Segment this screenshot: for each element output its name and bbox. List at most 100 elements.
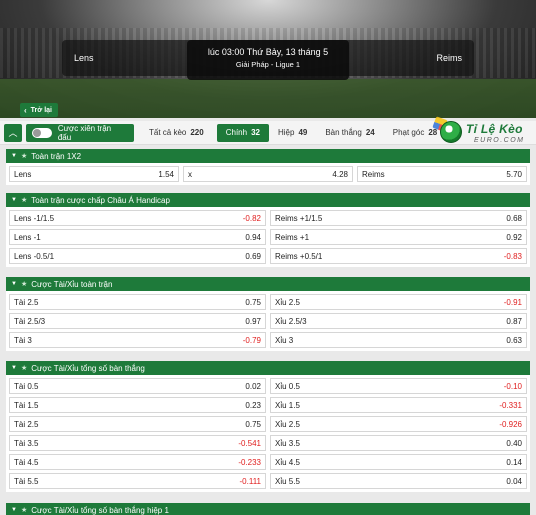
odds-row: Tài 2.5 0.75 Xỉu 2.5 -0.926 [9, 416, 527, 432]
match-hero: Lens lúc 03:00 Thứ Bảy, 13 tháng 5 Giải … [0, 0, 536, 118]
selection-label: Xỉu 3.5 [275, 438, 300, 448]
odds-cell[interactable]: Xỉu 3 0.63 [270, 332, 527, 348]
section-title: Toàn trận 1X2 [31, 151, 82, 161]
parlay-toggle[interactable]: Cược xiên trận đấu [26, 123, 134, 142]
section-title: Cược Tài/Xỉu tổng số bàn thắng [31, 363, 145, 373]
selection-label: Xỉu 2.5 [275, 419, 300, 429]
selection-label: Lens -1 [14, 232, 41, 242]
section-header[interactable]: ▼ ★ Cược Tài/Xỉu toàn trận [6, 277, 530, 291]
odds-cell[interactable]: Tài 0.5 0.02 [9, 378, 266, 394]
odds-cell[interactable]: Xỉu 1.5 -0.331 [270, 397, 527, 413]
odds-row: Tài 5.5 -0.111 Xỉu 5.5 0.04 [9, 473, 527, 489]
selection-label: Reims [362, 169, 385, 179]
selection-label: Tài 0.5 [14, 381, 39, 391]
odds-value: 0.04 [506, 476, 522, 486]
star-icon[interactable]: ★ [21, 506, 27, 514]
star-icon[interactable]: ★ [21, 152, 27, 160]
odds-cell[interactable]: Lens -0.5/1 0.69 [9, 248, 266, 264]
section-header[interactable]: ▼ ★ Cược Tài/Xỉu tổng số bàn thắng [6, 361, 530, 375]
odds-cell[interactable]: Reims 5.70 [357, 166, 527, 182]
selection-label: Tài 2.5/3 [14, 316, 46, 326]
odds-value: 0.23 [245, 400, 261, 410]
market-section: ▼ ★ Cược Tài/Xỉu tổng số bàn thắng hiệp 1 [6, 503, 530, 515]
selection-label: Reims +1 [275, 232, 310, 242]
odds-cell[interactable]: x 4.28 [183, 166, 353, 182]
odds-value: -0.91 [503, 297, 522, 307]
odds-cell[interactable]: Xỉu 2.5/3 0.87 [270, 313, 527, 329]
tab-all[interactable]: Tất cả kèo 220 [140, 124, 213, 142]
odds-cell[interactable]: Xỉu 5.5 0.04 [270, 473, 527, 489]
odds-cell[interactable]: Tài 5.5 -0.111 [9, 473, 266, 489]
odds-cell[interactable]: Xỉu 0.5 -0.10 [270, 378, 527, 394]
odds-cell[interactable]: Reims +1/1.5 0.68 [270, 210, 527, 226]
market-section: ▼ ★ Toàn trận 1X2 Lens 1.54 x 4.28 Reims 5.70 [6, 149, 530, 185]
section-header[interactable]: ▼ ★ Toàn trận cược chấp Châu Á Handicap [6, 193, 530, 207]
selection-label: Xỉu 2.5 [275, 297, 300, 307]
tab-count: 49 [298, 128, 308, 137]
odds-cell[interactable]: Xỉu 2.5 -0.91 [270, 294, 527, 310]
odds-cell[interactable]: Xỉu 3.5 0.40 [270, 435, 527, 451]
section-header[interactable]: ▼ ★ Cược Tài/Xỉu tổng số bàn thắng hiệp 1 [6, 503, 530, 515]
soccer-ball-icon [440, 121, 462, 143]
caret-down-icon: ▼ [11, 281, 17, 287]
odds-value: 4.28 [332, 169, 348, 179]
tab-half[interactable]: Hiệp 49 [269, 124, 316, 142]
odds-value: 0.02 [245, 381, 261, 391]
selection-label: Xỉu 4.5 [275, 457, 300, 467]
selection-label: Tài 2.5 [14, 419, 39, 429]
star-icon[interactable]: ★ [21, 280, 27, 288]
caret-down-icon: ▼ [11, 197, 17, 203]
selection-label: Tài 3.5 [14, 438, 39, 448]
star-icon[interactable]: ★ [21, 364, 27, 372]
caret-down-icon: ▼ [11, 365, 17, 371]
section-title: Toàn trận cược chấp Châu Á Handicap [31, 195, 170, 205]
odds-cell[interactable]: Tài 4.5 -0.233 [9, 454, 266, 470]
odds-value: -0.82 [242, 213, 261, 223]
odds-value: 0.94 [245, 232, 261, 242]
odds-cell[interactable]: Lens 1.54 [9, 166, 179, 182]
odds-row: Lens 1.54 x 4.28 Reims 5.70 [9, 166, 527, 182]
tab-count: 220 [190, 128, 204, 137]
odds-cell[interactable]: Xỉu 4.5 0.14 [270, 454, 527, 470]
match-time: lúc 03:00 Thứ Bảy, 13 tháng 5 [207, 47, 329, 57]
selection-label: Xỉu 3 [275, 335, 294, 345]
odds-value: 0.69 [245, 251, 261, 261]
odds-cell[interactable]: Reims +0.5/1 -0.83 [270, 248, 527, 264]
back-label: Trở lại [30, 106, 52, 114]
odds-cell[interactable]: Xỉu 2.5 -0.926 [270, 416, 527, 432]
odds-cell[interactable]: Lens -1 0.94 [9, 229, 266, 245]
odds-cell[interactable]: Tài 2.5 0.75 [9, 294, 266, 310]
tab-goals[interactable]: Bàn thắng 24 [316, 124, 383, 142]
back-button[interactable]: ‹ Trở lại [20, 103, 58, 117]
odds-cell[interactable]: Tài 3 -0.79 [9, 332, 266, 348]
odds-row: Tài 4.5 -0.233 Xỉu 4.5 0.14 [9, 454, 527, 470]
odds-cell[interactable]: Tài 1.5 0.23 [9, 397, 266, 413]
collapse-all-button[interactable]: ︿ [4, 123, 22, 142]
star-icon[interactable]: ★ [21, 196, 27, 204]
odds-cell[interactable]: Tài 3.5 -0.541 [9, 435, 266, 451]
odds-value: 1.54 [158, 169, 174, 179]
odds-cell[interactable]: Lens -1/1.5 -0.82 [9, 210, 266, 226]
selection-label: x [188, 169, 192, 179]
odds-cell[interactable]: Tài 2.5/3 0.97 [9, 313, 266, 329]
tab-label: Phạt góc [392, 128, 425, 137]
toggle-switch-icon[interactable] [32, 127, 52, 138]
tab-label: Hiệp [277, 128, 295, 137]
selection-label: Lens [14, 169, 32, 179]
odds-row: Tài 2.5 0.75 Xỉu 2.5 -0.91 [9, 294, 527, 310]
logo-text: Tỉ Lệ Kèo [466, 122, 523, 136]
selection-label: Lens -0.5/1 [14, 251, 55, 261]
tab-count: 24 [365, 128, 375, 137]
odds-row: Lens -1 0.94 Reims +1 0.92 [9, 229, 527, 245]
selection-label: Xỉu 0.5 [275, 381, 300, 391]
section-header[interactable]: ▼ ★ Toàn trận 1X2 [6, 149, 530, 163]
chevron-left-icon: ‹ [24, 105, 27, 115]
odds-cell[interactable]: Tài 2.5 0.75 [9, 416, 266, 432]
odds-row: Lens -1/1.5 -0.82 Reims +1/1.5 0.68 [9, 210, 527, 226]
odds-value: -0.83 [503, 251, 522, 261]
tab-main[interactable]: Chính 32 [216, 123, 269, 142]
tab-label: Tất cả kèo [149, 128, 187, 137]
odds-cell[interactable]: Reims +1 0.92 [270, 229, 527, 245]
section-title: Cược Tài/Xỉu tổng số bàn thắng hiệp 1 [31, 505, 169, 515]
odds-value: 0.40 [506, 438, 522, 448]
